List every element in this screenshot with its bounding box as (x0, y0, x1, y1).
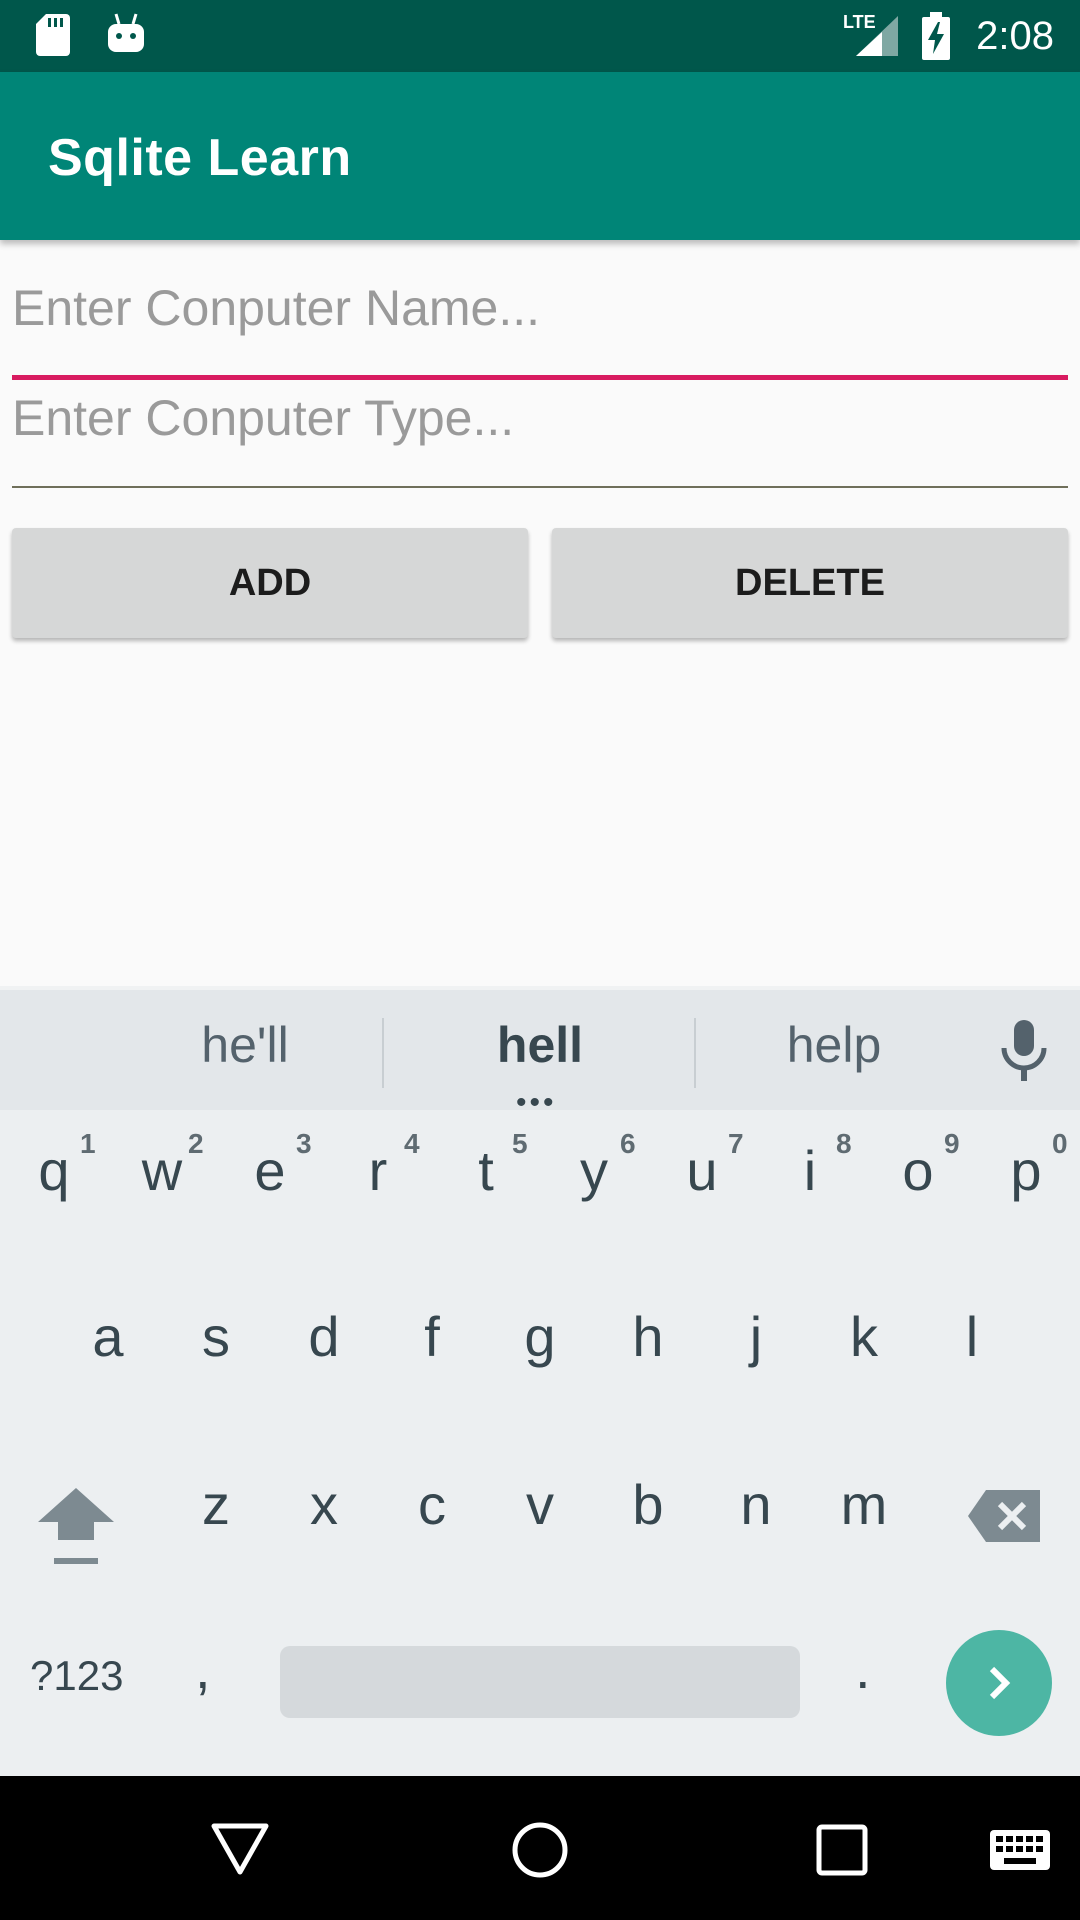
key-a[interactable]: a (54, 1302, 162, 1372)
add-button[interactable]: ADD (12, 528, 528, 638)
key-hint: 4 (404, 1128, 420, 1159)
computer-name-field (12, 268, 1068, 380)
symbols-key[interactable]: ?123 (30, 1652, 123, 1700)
back-icon[interactable] (210, 1822, 270, 1876)
recents-icon[interactable] (816, 1824, 868, 1876)
backspace-icon[interactable] (968, 1490, 1040, 1542)
suggestion-3[interactable]: help (684, 1016, 984, 1074)
key-n[interactable]: n (702, 1470, 810, 1540)
comma-key[interactable]: , (195, 1636, 211, 1701)
enter-button[interactable] (946, 1630, 1052, 1736)
key-x[interactable]: x (270, 1470, 378, 1540)
delete-button[interactable]: DELETE (552, 528, 1068, 638)
space-bar[interactable] (280, 1646, 800, 1718)
suggestion-divider (382, 1018, 384, 1088)
home-icon[interactable] (510, 1820, 570, 1880)
suggestion-strip: he'll hell ••• help (0, 986, 1080, 1118)
key-hint: 2 (188, 1128, 204, 1159)
type-underline (12, 486, 1068, 488)
key-f[interactable]: f (378, 1302, 486, 1372)
keyboard-switch-icon[interactable] (990, 1830, 1050, 1870)
key-z[interactable]: z (162, 1470, 270, 1540)
key-k[interactable]: k (810, 1302, 918, 1372)
computer-type-field (12, 378, 1068, 488)
app-bar: Sqlite Learn (0, 72, 1080, 240)
more-suggestions-dots[interactable]: ••• (516, 1088, 557, 1118)
key-hint: 3 (296, 1128, 312, 1159)
key-h[interactable]: h (594, 1302, 702, 1372)
navigation-bar (0, 1776, 1080, 1920)
computer-name-input[interactable] (12, 268, 1068, 348)
suggestion-2[interactable]: hell (390, 1016, 690, 1074)
key-hint: 5 (512, 1128, 528, 1159)
key-hint: 1 (80, 1128, 96, 1159)
status-bar: LTE 2:08 (0, 0, 1080, 72)
battery-charging-icon (922, 12, 950, 60)
key-hint: 0 (1052, 1128, 1068, 1159)
microphone-icon[interactable] (998, 1020, 1050, 1082)
period-key[interactable]: . (855, 1636, 871, 1701)
key-d[interactable]: d (270, 1302, 378, 1372)
key-c[interactable]: c (378, 1470, 486, 1540)
computer-type-input[interactable] (12, 378, 1068, 458)
android-debug-icon (108, 13, 144, 52)
key-hint: 8 (836, 1128, 852, 1159)
key-m[interactable]: m (810, 1470, 918, 1540)
sd-card-icon (36, 14, 70, 56)
key-hint: 7 (728, 1128, 744, 1159)
key-hint: 9 (944, 1128, 960, 1159)
soft-keyboard: he'll hell ••• help q1w2e3r4t5y6u7i8o9p0… (0, 986, 1080, 1776)
chevron-right-icon (989, 1666, 1011, 1700)
key-hint: 6 (620, 1128, 636, 1159)
shift-icon[interactable] (38, 1488, 114, 1568)
key-b[interactable]: b (594, 1470, 702, 1540)
key-g[interactable]: g (486, 1302, 594, 1372)
key-j[interactable]: j (702, 1302, 810, 1372)
suggestion-1[interactable]: he'll (95, 1016, 395, 1074)
key-v[interactable]: v (486, 1470, 594, 1540)
app-title: Sqlite Learn (48, 129, 352, 187)
clock: 2:08 (976, 14, 1054, 58)
signal-icon (856, 16, 898, 56)
key-s[interactable]: s (162, 1302, 270, 1372)
key-l[interactable]: l (918, 1302, 1026, 1372)
